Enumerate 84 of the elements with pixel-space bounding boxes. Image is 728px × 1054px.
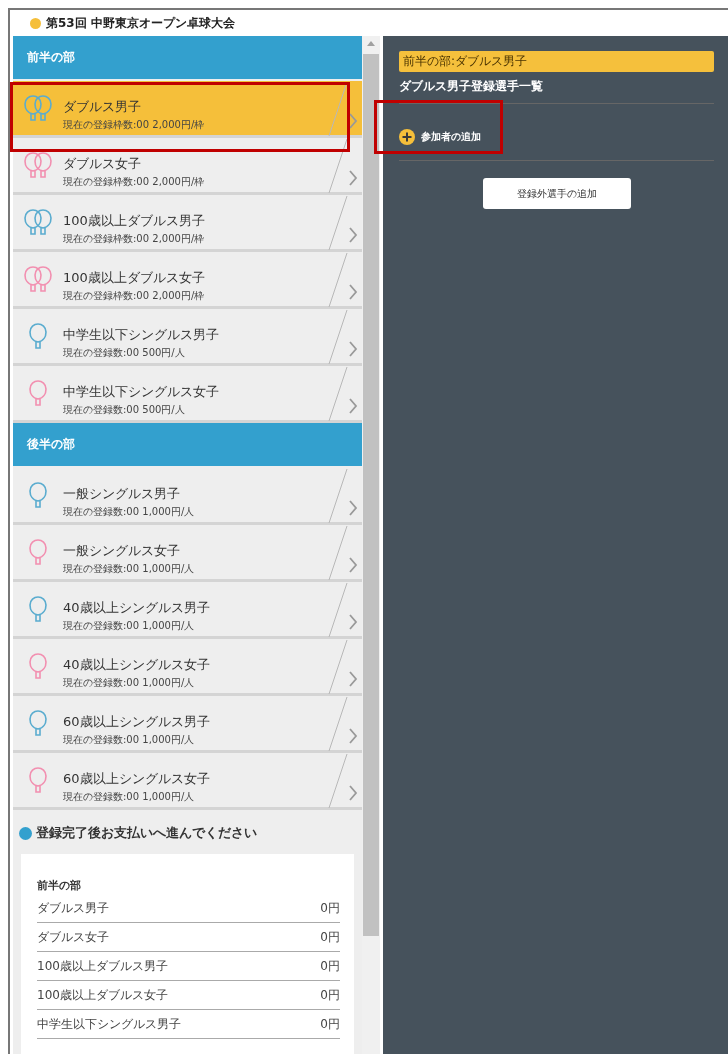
slash-line bbox=[328, 753, 348, 809]
fee-note: 現在の登録数:00 500円/人 bbox=[63, 346, 185, 360]
event-item[interactable]: 中学生以下シングルス女子 現在の登録数:00 500円/人 bbox=[13, 366, 362, 423]
event-item[interactable]: 40歳以上シングルス女子 現在の登録数:00 1,000円/人 bbox=[13, 639, 362, 696]
add-unregistered-button[interactable]: 登録外選手の追加 bbox=[482, 178, 631, 209]
amount: 0円 bbox=[320, 958, 340, 975]
fee-note: 現在の登録数:00 1,000円/人 bbox=[63, 790, 195, 804]
event-item[interactable]: 60歳以上シングルス男子 現在の登録数:00 1,000円/人 bbox=[13, 696, 362, 753]
chevron-icon bbox=[348, 614, 358, 630]
event-item[interactable]: ダブルス女子 現在の登録枠数:00 2,000円/枠 bbox=[13, 138, 362, 195]
slash-line bbox=[328, 696, 348, 752]
fee-note: 現在の登録枠数:00 2,000円/枠 bbox=[63, 118, 205, 132]
event-item[interactable]: 100歳以上ダブルス女子 現在の登録枠数:00 2,000円/枠 bbox=[13, 252, 362, 309]
chevron-icon bbox=[348, 728, 358, 744]
event-item[interactable]: 40歳以上シングルス男子 現在の登録数:00 1,000円/人 bbox=[13, 582, 362, 639]
event-name: 40歳以上シングルス男子 bbox=[63, 599, 210, 617]
event-item[interactable]: 一般シングルス男子 現在の登録数:00 1,000円/人 bbox=[13, 468, 362, 525]
chevron-icon bbox=[348, 557, 358, 573]
event-name: 一般シングルス女子 bbox=[63, 542, 180, 560]
fee-note: 現在の登録枠数:00 2,000円/枠 bbox=[63, 232, 205, 246]
fee-note: 現在の登録数:00 1,000円/人 bbox=[63, 562, 195, 576]
amount: 0円 bbox=[320, 900, 340, 917]
event-name: 100歳以上ダブルス女子 bbox=[37, 987, 168, 1004]
fee-note: 現在の登録枠数:00 2,000円/枠 bbox=[63, 175, 205, 189]
fee-note: 現在の登録枠数:00 2,000円/枠 bbox=[63, 289, 205, 303]
scroll-thumb[interactable] bbox=[363, 54, 379, 936]
event-name: 中学生以下シングルス女子 bbox=[63, 383, 219, 401]
slash-line bbox=[328, 639, 348, 695]
add-participant-button[interactable]: 参加者の追加 bbox=[399, 129, 481, 145]
amount: 0円 bbox=[320, 987, 340, 1004]
event-name: ダブルス男子 bbox=[63, 98, 141, 116]
chevron-icon bbox=[348, 341, 358, 357]
section-header: 前半の部 bbox=[13, 36, 362, 79]
event-item[interactable]: 中学生以下シングルス男子 現在の登録数:00 500円/人 bbox=[13, 309, 362, 366]
bullet-icon bbox=[19, 826, 32, 840]
chevron-icon bbox=[348, 284, 358, 300]
slash-line bbox=[328, 195, 348, 251]
page-title: 第53回 中野東京オープン卓球大会 bbox=[46, 14, 235, 32]
section-header: 後半の部 bbox=[13, 423, 362, 466]
event-name: ダブルス男子 bbox=[37, 900, 109, 917]
chevron-icon bbox=[348, 170, 358, 186]
event-item[interactable]: ダブルス男子 現在の登録枠数:00 2,000円/枠 bbox=[13, 81, 362, 138]
event-name: 100歳以上ダブルス男子 bbox=[37, 958, 168, 975]
amount: 0円 bbox=[320, 929, 340, 946]
slash-line bbox=[328, 138, 348, 194]
bullet-icon bbox=[30, 17, 41, 29]
fee-note: 現在の登録数:00 1,000円/人 bbox=[63, 619, 195, 633]
fee-note: 現在の登録数:00 1,000円/人 bbox=[63, 733, 195, 747]
chevron-icon bbox=[348, 227, 358, 243]
slash-line bbox=[328, 252, 348, 308]
slash-line bbox=[328, 309, 348, 365]
slash-line bbox=[328, 582, 348, 638]
event-item[interactable]: 一般シングルス女子 現在の登録数:00 1,000円/人 bbox=[13, 525, 362, 582]
event-name: ダブルス女子 bbox=[63, 155, 141, 173]
event-name: 中学生以下シングルス男子 bbox=[37, 1016, 181, 1033]
event-name: 100歳以上ダブルス女子 bbox=[63, 269, 205, 287]
event-name: ダブルス女子 bbox=[37, 929, 109, 946]
chevron-icon bbox=[348, 113, 358, 129]
event-name: 60歳以上シングルス女子 bbox=[63, 770, 210, 788]
slash-line bbox=[328, 468, 348, 524]
fee-note: 現在の登録数:00 1,000円/人 bbox=[63, 676, 195, 690]
chevron-icon bbox=[348, 500, 358, 516]
fee-note: 現在の登録数:00 1,000円/人 bbox=[63, 505, 195, 519]
chevron-icon bbox=[348, 785, 358, 801]
summary-heading: 登録完了後お支払いへ進んでください bbox=[36, 824, 257, 842]
group-heading: 前半の部 bbox=[37, 878, 82, 893]
fee-note: 現在の登録数:00 500円/人 bbox=[63, 403, 185, 417]
plus-icon bbox=[399, 129, 415, 145]
list-title: ダブルス男子登録選手一覧 bbox=[399, 78, 714, 104]
scroll-up-icon[interactable] bbox=[367, 41, 375, 46]
event-name: 中学生以下シングルス男子 bbox=[63, 326, 219, 344]
breadcrumb: 前半の部:ダブルス男子 bbox=[399, 51, 714, 72]
chevron-icon bbox=[348, 398, 358, 414]
amount: 0円 bbox=[320, 1016, 340, 1033]
slash-line bbox=[328, 525, 348, 581]
event-name: 60歳以上シングルス男子 bbox=[63, 713, 210, 731]
chevron-icon bbox=[348, 671, 358, 687]
event-name: 100歳以上ダブルス男子 bbox=[63, 212, 205, 230]
event-item[interactable]: 100歳以上ダブルス男子 現在の登録枠数:00 2,000円/枠 bbox=[13, 195, 362, 252]
event-item[interactable]: 60歳以上シングルス女子 現在の登録数:00 1,000円/人 bbox=[13, 753, 362, 810]
scrollbar[interactable] bbox=[362, 36, 380, 1054]
event-name: 40歳以上シングルス女子 bbox=[63, 656, 210, 674]
slash-line bbox=[328, 366, 348, 422]
event-name: 一般シングルス男子 bbox=[63, 485, 180, 503]
